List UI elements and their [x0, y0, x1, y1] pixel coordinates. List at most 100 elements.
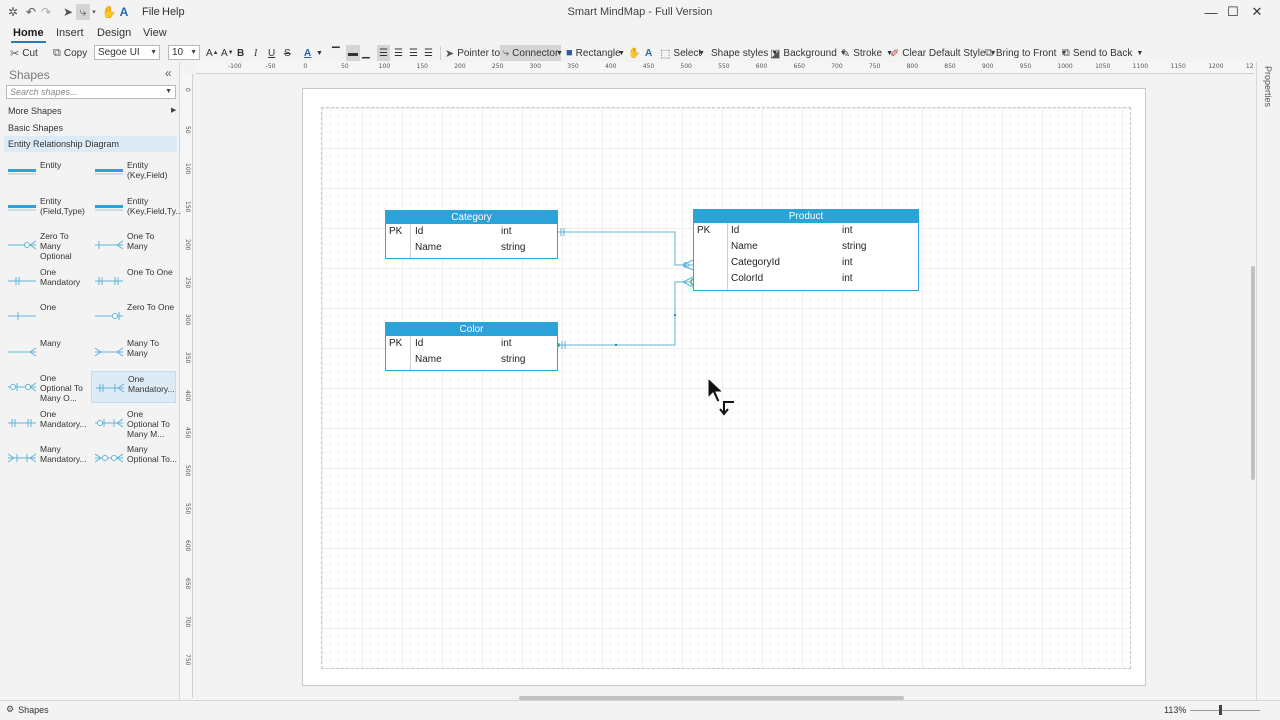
background-button[interactable]: ◪ Background ▼ — [770, 45, 847, 61]
category-basic-shapes[interactable]: Basic Shapes — [4, 120, 177, 136]
grow-font-icon[interactable]: A ▲ — [206, 45, 219, 61]
entity-title: Category — [386, 211, 557, 224]
search-shapes-input[interactable]: Search shapes... ▼ — [6, 85, 176, 99]
diagram-canvas[interactable]: Category PK Id int Name string Product P… — [196, 74, 1254, 698]
shape-item-many-optional[interactable]: Many Optional To... — [91, 442, 177, 474]
align-middle-icon[interactable]: ▬ — [346, 45, 360, 61]
close-icon[interactable]: ✕ — [1234, 0, 1280, 24]
menu-help[interactable]: Help — [162, 6, 185, 18]
chevron-down-icon[interactable]: ▼ — [316, 45, 323, 61]
font-size-select[interactable]: 10 ▼ — [168, 45, 200, 60]
entity-row[interactable]: PK Id int — [386, 336, 557, 352]
shape-item-entity-key-field-type[interactable]: Entity (Key,Field,Ty... — [91, 194, 182, 226]
shape-item-one-to-many[interactable]: One To Many — [91, 229, 176, 261]
entity-product[interactable]: Product PK Id int Name string CategoryId… — [693, 209, 919, 291]
entity-row[interactable]: PK Id int — [694, 223, 918, 239]
vertical-scrollbar[interactable] — [1251, 266, 1255, 480]
copy-label: Copy — [63, 47, 88, 59]
shape-item-one-mandatory[interactable]: One Mandatory — [4, 265, 89, 297]
italic-button[interactable]: I — [254, 45, 257, 61]
shape-item-many[interactable]: Many — [4, 336, 89, 368]
shape-item-entity[interactable]: Entity — [4, 158, 89, 190]
entity-row[interactable]: PK Id int — [386, 224, 557, 240]
chevron-down-icon[interactable]: ▼ — [698, 45, 705, 61]
shape-item-many-mandatory[interactable]: Many Mandatory... — [4, 442, 89, 474]
tab-home[interactable]: Home — [11, 27, 46, 43]
send-to-back-button[interactable]: ⧉ Send to Back ▼ — [1062, 45, 1143, 61]
entity-row[interactable]: Name string — [694, 239, 918, 255]
shape-item-entity-field-type[interactable]: Entity (Field,Type) — [4, 194, 89, 226]
zoom-slider[interactable] — [1190, 710, 1260, 711]
connector-color-product[interactable] — [558, 281, 693, 346]
undo-icon[interactable]: ↶ — [24, 4, 38, 20]
shape-item-zero-to-many-optional[interactable]: Zero To Many Optional — [4, 229, 89, 261]
strikethrough-button[interactable]: S — [284, 45, 291, 61]
pointer-tool-button[interactable]: ➤ Pointer tool — [445, 45, 508, 61]
zoom-slider-thumb[interactable] — [1219, 705, 1222, 715]
type-cell: int — [842, 273, 853, 284]
align-bottom-icon[interactable]: ▁ — [362, 45, 370, 61]
font-family-select[interactable]: Segoe UI ▼ — [94, 45, 160, 60]
connector-category-product[interactable] — [558, 231, 693, 266]
text-icon[interactable]: A — [118, 4, 130, 20]
hand-icon[interactable]: ✋ — [628, 45, 640, 61]
shape-item-one-mandatory-to-one[interactable]: One Mandatory... — [4, 407, 89, 439]
shape-item-label: One To One — [127, 266, 173, 277]
shape-item-entity-key-field[interactable]: Entity (Key,Field) — [91, 158, 176, 190]
align-center-icon[interactable]: ☰ — [394, 45, 403, 61]
chevron-down-icon[interactable]: ▾ — [90, 4, 98, 20]
ruler-tick-label: 700 — [184, 615, 191, 628]
ruler-tick-label: 200 — [184, 238, 191, 251]
mouse-cursor-icon — [707, 376, 734, 416]
shape-item-one-mandatory-to-many[interactable]: One Mandatory... — [91, 371, 176, 403]
align-top-icon[interactable]: ▔ — [332, 45, 340, 61]
justify-icon[interactable]: ☰ — [424, 45, 433, 61]
clear-default-style-button[interactable]: ✐ Clear Default Style ▼ — [890, 45, 997, 61]
connector-quick-icon[interactable]: ⤷ — [76, 4, 90, 20]
search-placeholder: Search shapes... — [10, 87, 78, 97]
connector-button[interactable]: ⤷ Connector — [500, 45, 562, 61]
redo-icon[interactable]: ↷ — [40, 4, 52, 20]
entity-row[interactable]: Name string — [386, 352, 557, 368]
text-tool-button[interactable]: A — [645, 45, 652, 61]
underline-button[interactable]: U — [268, 45, 275, 61]
shape-item-one-optional-to-many-optional[interactable]: One Optional To Many O... — [4, 371, 89, 403]
align-left-icon[interactable]: ☰ — [377, 45, 390, 61]
tab-design[interactable]: Design — [97, 27, 131, 39]
align-right-icon[interactable]: ☰ — [409, 45, 418, 61]
shape-item-many-to-many[interactable]: Many To Many — [91, 336, 176, 368]
shape-item-one-optional-to-many-mandatory[interactable]: One Optional To Many M... — [91, 407, 176, 439]
stroke-button[interactable]: ✎ Stroke ▼ — [841, 45, 893, 61]
category-erd[interactable]: Entity Relationship Diagram — [4, 136, 177, 152]
hand-icon[interactable]: ✋ — [102, 4, 117, 20]
shapes-tab[interactable]: ⚙ Shapes — [6, 704, 49, 715]
shape-styles-button[interactable]: Shape styles ▼ — [711, 45, 778, 61]
cut-button[interactable]: ✂ Cut — [10, 45, 38, 61]
shape-styles-label: Shape styles — [711, 47, 769, 59]
bring-to-front-button[interactable]: ⧉ Bring to Front ▼ — [985, 45, 1067, 61]
collapse-panel-icon[interactable]: « — [165, 66, 172, 80]
entity-color[interactable]: Color PK Id int Name string — [385, 322, 558, 371]
entity-row[interactable]: Name string — [386, 240, 557, 256]
properties-panel-tab[interactable]: Properties — [1256, 62, 1280, 700]
select-button[interactable]: ⬚ Select — [660, 45, 701, 61]
shape-item-zero-to-one[interactable]: Zero To One — [91, 300, 176, 332]
menu-file[interactable]: File — [142, 6, 160, 18]
category-more-shapes[interactable]: More Shapes ▶ — [4, 103, 177, 119]
entity-row[interactable]: ColorId int — [694, 271, 918, 287]
entity-row[interactable]: CategoryId int — [694, 255, 918, 271]
shrink-font-icon[interactable]: A ▼ — [221, 45, 234, 61]
entity-category[interactable]: Category PK Id int Name string — [385, 210, 558, 259]
chevron-down-icon[interactable]: ▼ — [556, 45, 563, 61]
rectangle-button[interactable]: ■ Rectangle — [566, 45, 621, 61]
bold-button[interactable]: B — [237, 45, 244, 61]
font-color-button[interactable]: A — [304, 45, 311, 61]
tab-view[interactable]: View — [143, 27, 167, 39]
ruler-tick-label: 1000 — [1057, 63, 1073, 70]
chevron-down-icon[interactable]: ▼ — [618, 45, 625, 61]
shape-item-one-to-one[interactable]: One To One — [91, 265, 176, 297]
tab-insert[interactable]: Insert — [56, 27, 84, 39]
copy-button[interactable]: ⧉ Copy — [53, 45, 87, 61]
pointer-icon[interactable]: ➤ — [62, 4, 74, 20]
shape-item-one[interactable]: One — [4, 300, 89, 332]
